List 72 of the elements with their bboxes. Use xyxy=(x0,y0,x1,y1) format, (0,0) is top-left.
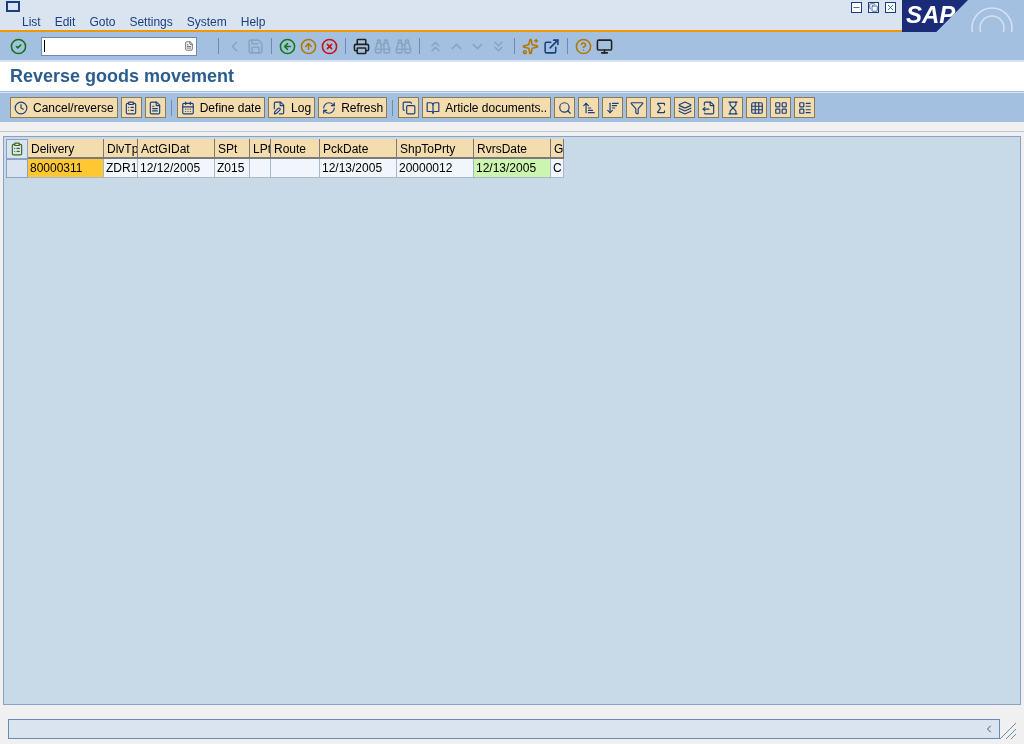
sort-descending-icon xyxy=(605,100,620,115)
menu-item[interactable]: Settings xyxy=(129,15,173,29)
menu-item[interactable]: System xyxy=(186,15,227,29)
hourglass-button[interactable] xyxy=(722,97,744,118)
column-header[interactable]: G xyxy=(551,139,564,159)
column-header[interactable]: SPt xyxy=(215,139,250,159)
menu-item[interactable]: Edit xyxy=(54,15,76,29)
screen-title: Reverse goods movement xyxy=(10,65,235,88)
toolbar-button[interactable]: Define date xyxy=(176,97,266,118)
layout-button[interactable] xyxy=(770,97,792,118)
minimize-icon[interactable] xyxy=(851,2,862,13)
search-button[interactable] xyxy=(554,97,576,118)
column-header[interactable]: Delivery xyxy=(28,139,104,159)
document-icon xyxy=(148,100,163,115)
column-header[interactable]: ActGIDat xyxy=(138,139,215,159)
command-field[interactable] xyxy=(41,36,197,56)
menu-item[interactable]: Goto xyxy=(89,15,116,29)
column-header[interactable]: DlvTp xyxy=(104,139,138,159)
sort-ascending-button[interactable] xyxy=(578,97,600,118)
dropdown-icon[interactable] xyxy=(184,41,194,51)
menu-item[interactable]: List xyxy=(22,15,41,29)
close-icon[interactable] xyxy=(885,2,896,13)
restore-icon[interactable] xyxy=(868,2,879,13)
toolbar-button[interactable]: Refresh xyxy=(318,97,388,118)
export-button[interactable] xyxy=(698,97,720,118)
copy-icon xyxy=(401,100,416,115)
table-cell: 12/13/2005 xyxy=(474,159,551,178)
copy-button[interactable] xyxy=(398,97,420,118)
select-all-button[interactable] xyxy=(6,139,28,159)
filter-icon xyxy=(629,100,644,115)
enter-icon[interactable] xyxy=(10,37,27,55)
column-header[interactable]: RvrsDate xyxy=(474,139,551,159)
sort-descending-button[interactable] xyxy=(602,97,624,118)
back-icon[interactable] xyxy=(279,37,296,55)
clock-icon xyxy=(14,100,28,115)
table-cell: 20000012 xyxy=(397,159,474,178)
column-header[interactable]: Route xyxy=(271,139,320,159)
details-list-icon xyxy=(124,100,139,115)
book-icon xyxy=(426,100,441,115)
column-header[interactable]: ShpToPrty xyxy=(397,139,474,159)
toolbar-button[interactable]: Log xyxy=(268,97,316,118)
print-icon[interactable] xyxy=(353,37,370,55)
monitor-icon[interactable] xyxy=(596,37,613,55)
logo-text: SAP xyxy=(906,1,956,28)
calendar-icon xyxy=(180,100,195,115)
column-header[interactable]: LPt xyxy=(250,139,271,159)
table-cell: ZDR1 xyxy=(104,159,138,178)
sum-button[interactable] xyxy=(650,97,672,118)
grid-button[interactable] xyxy=(746,97,768,118)
menu-item[interactable]: Help xyxy=(240,15,266,29)
column-header[interactable]: PckDate xyxy=(320,139,397,159)
shortcut-icon[interactable] xyxy=(543,37,560,55)
table-cell: 12/12/2005 xyxy=(138,159,215,178)
ripple-drawing xyxy=(971,7,1013,32)
toolbar-button[interactable]: Article documents.. xyxy=(422,97,552,118)
table-cell: C xyxy=(551,159,564,178)
cancel-icon[interactable] xyxy=(321,37,338,55)
document-button[interactable] xyxy=(144,97,166,118)
sort-ascending-icon xyxy=(581,100,596,115)
log-icon xyxy=(272,100,287,115)
search-icon xyxy=(557,100,572,115)
details-list-button[interactable] xyxy=(120,97,142,118)
export-icon xyxy=(701,100,716,115)
table-cell: Z015 xyxy=(215,159,250,178)
table-cell: 80000311 xyxy=(28,159,104,178)
refresh-icon xyxy=(322,100,337,115)
hourglass-icon xyxy=(725,100,740,115)
toolbar-button[interactable]: Cancel/reverse xyxy=(10,97,118,118)
table-cell: 12/13/2005 xyxy=(320,159,397,178)
layout-icon xyxy=(773,100,788,115)
filter-button[interactable] xyxy=(626,97,648,118)
grid-icon xyxy=(749,100,764,115)
